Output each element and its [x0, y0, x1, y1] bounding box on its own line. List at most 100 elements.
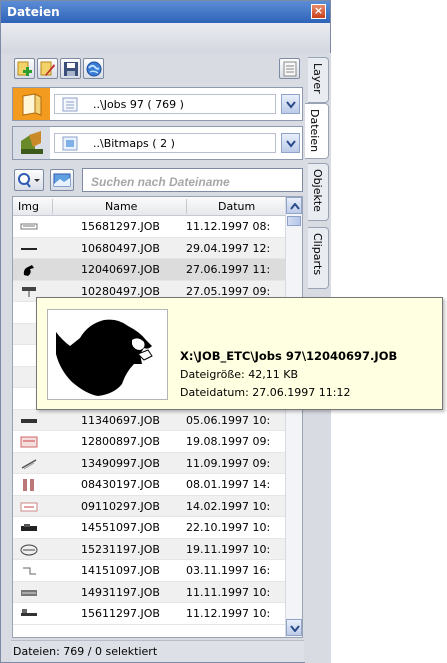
image-file-icon: [62, 136, 78, 151]
chevron-down-icon: [290, 625, 300, 632]
column-header-name[interactable]: Name: [105, 200, 137, 213]
vertical-scrollbar[interactable]: [285, 197, 302, 637]
document-list-icon: [62, 97, 78, 112]
title-strip: [1, 23, 330, 53]
close-button[interactable]: ×: [311, 4, 326, 19]
table-row[interactable]: 10680497.JOB 29.04.1997 12:: [13, 237, 285, 259]
file-list-header: Img Name Datum: [13, 197, 285, 216]
file-name-cell: 15681297.JOB: [81, 220, 160, 233]
column-separator[interactable]: [52, 199, 53, 214]
file-name-cell: 14151097.JOB: [81, 564, 160, 577]
table-row[interactable]: 13490997.JOB 11.09.1997 09:: [13, 452, 285, 474]
job-shape-preview-image: [56, 319, 153, 396]
column-separator[interactable]: [186, 199, 187, 214]
edit-pen-icon: [40, 61, 55, 76]
file-name-cell: 09110297.JOB: [81, 499, 160, 513]
file-name-cell: 15611297.JOB: [81, 607, 160, 620]
file-thumbnail-icon: [23, 265, 34, 276]
file-date-cell: 19.11.1997 10:: [186, 542, 271, 556]
scroll-up-button[interactable]: [286, 197, 302, 214]
table-row[interactable]: 14931197.JOB 11.11.1997 10:: [13, 581, 285, 603]
tooltip-file-path: X:\JOB_ETC\Jobs 97\12040697.JOB: [180, 349, 398, 363]
file-list: Img Name Datum 15681297.JOB 11.12.1997 08…: [12, 196, 303, 638]
scroll-thumb[interactable]: [287, 216, 301, 226]
tab-cliparts[interactable]: Cliparts: [308, 227, 329, 289]
file-date-cell: 08.01.1997 14:: [186, 478, 271, 491]
file-thumbnail-icon: [23, 567, 36, 575]
tab-objekte[interactable]: Objekte: [308, 163, 329, 221]
file-thumbnail-icon: [21, 458, 37, 469]
table-row[interactable]: 09110297.JOB 14.02.1997 10:: [13, 495, 285, 517]
tab-layer[interactable]: Layer: [308, 57, 329, 103]
table-row[interactable]: 14551097.JOB 22.10.1997 10:: [13, 517, 285, 539]
tab-dateien[interactable]: Dateien: [305, 103, 329, 159]
file-name-cell: 15231197.JOB: [81, 542, 160, 556]
file-preview-tooltip: X:\JOB_ETC\Jobs 97\12040697.JOB Dateigrö…: [36, 297, 443, 410]
edit-button[interactable]: [37, 58, 58, 79]
thumbnail-toggle-button[interactable]: [50, 169, 74, 191]
file-thumbnail-icon: [23, 479, 34, 491]
add-button[interactable]: [14, 58, 35, 79]
list-view-button[interactable]: [279, 58, 300, 79]
table-row[interactable]: 08430197.JOB 08.01.1997 14:: [13, 474, 285, 496]
refresh-button[interactable]: [83, 58, 104, 79]
chevron-down-icon: [286, 140, 296, 148]
chevron-up-icon: [290, 203, 300, 210]
file-date-cell: 11.09.1997 09:: [186, 456, 271, 470]
file-date-cell: 29.04.1997 12:: [186, 241, 271, 255]
column-header-img[interactable]: Img: [18, 200, 39, 213]
search-input[interactable]: [82, 168, 303, 192]
file-thumbnail-icon: [20, 544, 38, 555]
table-row[interactable]: 14151097.JOB 03.11.1997 16:: [13, 560, 285, 582]
file-date-cell: 14.02.1997 10:: [186, 499, 271, 513]
table-row[interactable]: 15681297.JOB 11.12.1997 08:: [13, 216, 285, 238]
table-row[interactable]: 12040697.JOB 27.06.1997 11:: [13, 259, 285, 281]
file-name-cell: 10280497.JOB: [81, 284, 160, 298]
file-date-cell: 27.05.1997 09:: [186, 284, 271, 298]
file-name-cell: 12800897.JOB: [81, 435, 160, 448]
file-thumbnail-icon: [21, 524, 37, 531]
table-row[interactable]: 15611297.JOB 11.12.1997 10:: [13, 603, 285, 625]
panel-title-bar: Dateien ×: [1, 1, 330, 23]
tooltip-file-size: Dateigröße: 42,11 KB: [180, 368, 298, 381]
bitmap-selector[interactable]: ..\Bitmaps ( 2 ): [12, 126, 303, 160]
tab-objekte-label: Objekte: [311, 169, 324, 212]
file-name-cell: 08430197.JOB: [81, 478, 160, 491]
scroll-down-button[interactable]: [286, 619, 302, 636]
tab-cliparts-label: Cliparts: [311, 233, 324, 276]
add-plus-icon: [17, 61, 32, 76]
folder-path-value: ..\Jobs 97 ( 769 ): [93, 98, 184, 111]
file-name-cell: 13490997.JOB: [81, 456, 160, 470]
tab-layer-label: Layer: [311, 63, 324, 94]
save-button[interactable]: [60, 58, 81, 79]
bitmap-dropdown-button[interactable]: [281, 133, 300, 153]
file-date-cell: 27.06.1997 11:: [186, 263, 271, 276]
file-thumbnail-icon: [21, 589, 37, 596]
file-date-cell: 05.06.1997 10:: [186, 413, 271, 427]
panel-title: Dateien: [7, 5, 60, 19]
file-thumbnail-icon: [21, 247, 37, 250]
file-name-cell: 14551097.JOB: [81, 521, 160, 534]
table-row[interactable]: 12800897.JOB 19.08.1997 09:: [13, 431, 285, 453]
folder-icon: [13, 88, 50, 120]
file-thumbnail-icon: [21, 609, 37, 616]
file-preview-thumbnail: [47, 309, 168, 400]
file-name-cell: 11340697.JOB: [81, 413, 160, 427]
folder-selector[interactable]: ..\Jobs 97 ( 769 ): [12, 87, 303, 121]
folder-path-field[interactable]: ..\Jobs 97 ( 769 ): [54, 94, 276, 114]
bitmap-path-field[interactable]: ..\Bitmaps ( 2 ): [54, 133, 276, 153]
search-row: [12, 168, 303, 192]
tab-dateien-label: Dateien: [308, 109, 321, 153]
search-options-button[interactable]: [14, 169, 44, 191]
picture-icon: [53, 173, 71, 187]
list-view-icon: [283, 61, 297, 77]
file-date-cell: 03.11.1997 16:: [186, 564, 271, 577]
column-header-date[interactable]: Datum: [218, 200, 255, 213]
file-date-cell: 19.08.1997 09:: [186, 435, 271, 448]
status-bar: Dateien: 769 / 0 selektiert: [11, 640, 304, 662]
table-row[interactable]: 11340697.JOB 05.06.1997 10:: [13, 409, 285, 431]
bitmap-icon: [13, 127, 50, 159]
table-row[interactable]: 15231197.JOB 19.11.1997 10:: [13, 538, 285, 560]
file-thumbnail-icon: [21, 418, 37, 423]
folder-dropdown-button[interactable]: [281, 94, 300, 114]
